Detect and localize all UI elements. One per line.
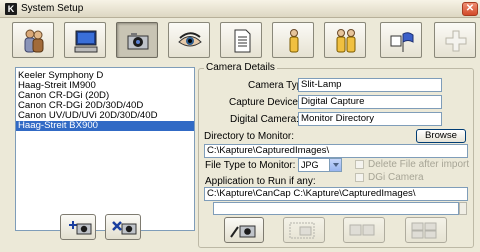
digital-camera-field[interactable]: Monitor Directory: [298, 112, 442, 126]
extra-input-field[interactable]: [213, 202, 459, 215]
add-device-button[interactable]: [60, 214, 96, 240]
users-icon: [24, 29, 44, 53]
digital-camera-label: Digital Camera:: [230, 114, 299, 125]
delete-after-import-checkbox[interactable]: [355, 160, 364, 169]
plus-icon: [445, 30, 467, 52]
flag-icon: [390, 32, 414, 52]
document-button[interactable]: [220, 22, 262, 58]
camera-icon: [127, 33, 149, 50]
file-type-select[interactable]: JPG: [298, 158, 342, 172]
chevron-down-icon[interactable]: [329, 159, 341, 171]
users-button[interactable]: [12, 22, 54, 58]
device-list-item[interactable]: Haag-Streit BX900: [16, 121, 194, 131]
camera-details-legend: Camera Details: [204, 62, 277, 73]
directory-label: Directory to Monitor:: [204, 131, 295, 142]
close-button[interactable]: ✕: [462, 2, 478, 16]
two-persons-button[interactable]: [324, 22, 366, 58]
grid-camera-button[interactable]: [405, 217, 447, 243]
app-to-run-label: Application to Run if any:: [205, 176, 316, 187]
window-title: System Setup: [21, 3, 84, 14]
person-icon: [289, 29, 299, 53]
delete-camera-icon: [112, 221, 137, 235]
edit-camera-button[interactable]: [224, 217, 264, 243]
flag-button[interactable]: [380, 22, 422, 58]
title-bar: K System Setup ✕: [0, 0, 480, 18]
dgi-camera-checkbox[interactable]: [355, 173, 364, 182]
eye-button[interactable]: [168, 22, 210, 58]
pencil-camera-icon: [230, 225, 256, 238]
dgi-camera-label: DGi Camera: [368, 172, 424, 183]
frame-camera-icon: [289, 222, 315, 239]
file-type-label: File Type to Monitor:: [205, 160, 296, 171]
capture-device-field[interactable]: Digital Capture: [298, 95, 442, 109]
two-persons-icon: [336, 29, 356, 53]
delete-after-import-label: Delete File after import: [368, 159, 470, 170]
person-button[interactable]: [272, 22, 314, 58]
browse-button[interactable]: Browse: [416, 129, 466, 143]
document-icon: [234, 29, 251, 53]
dual-camera-icon: [349, 224, 375, 236]
camera-type-field[interactable]: Slit-Lamp: [298, 78, 442, 92]
add-camera-icon: [69, 221, 92, 235]
capture-device-label: Capture Device:: [229, 97, 301, 108]
dual-camera-button[interactable]: [343, 217, 385, 243]
grid-camera-icon: [411, 222, 437, 239]
directory-field[interactable]: C:\Kapture\CapturedImages\: [204, 144, 468, 158]
computer-icon: [74, 30, 98, 53]
scroll-spinner[interactable]: [459, 202, 467, 215]
remove-device-button[interactable]: [105, 214, 141, 240]
eye-icon: [178, 32, 202, 47]
device-list[interactable]: Keeler Symphony D Haag-Streit IM900 Canon …: [15, 67, 195, 231]
toolbar: [0, 20, 480, 60]
device-list-items: Keeler Symphony D Haag-Streit IM900 Canon …: [16, 68, 194, 131]
computer-button[interactable]: [64, 22, 106, 58]
camera-button[interactable]: [116, 22, 158, 58]
app-icon: K: [5, 3, 17, 15]
select-camera-button[interactable]: [283, 217, 325, 243]
file-type-value: JPG: [301, 160, 319, 170]
app-to-run-field[interactable]: C:\Kapture\CanCap C:\Kapture\CapturedIma…: [204, 187, 468, 201]
add-button[interactable]: [434, 22, 476, 58]
